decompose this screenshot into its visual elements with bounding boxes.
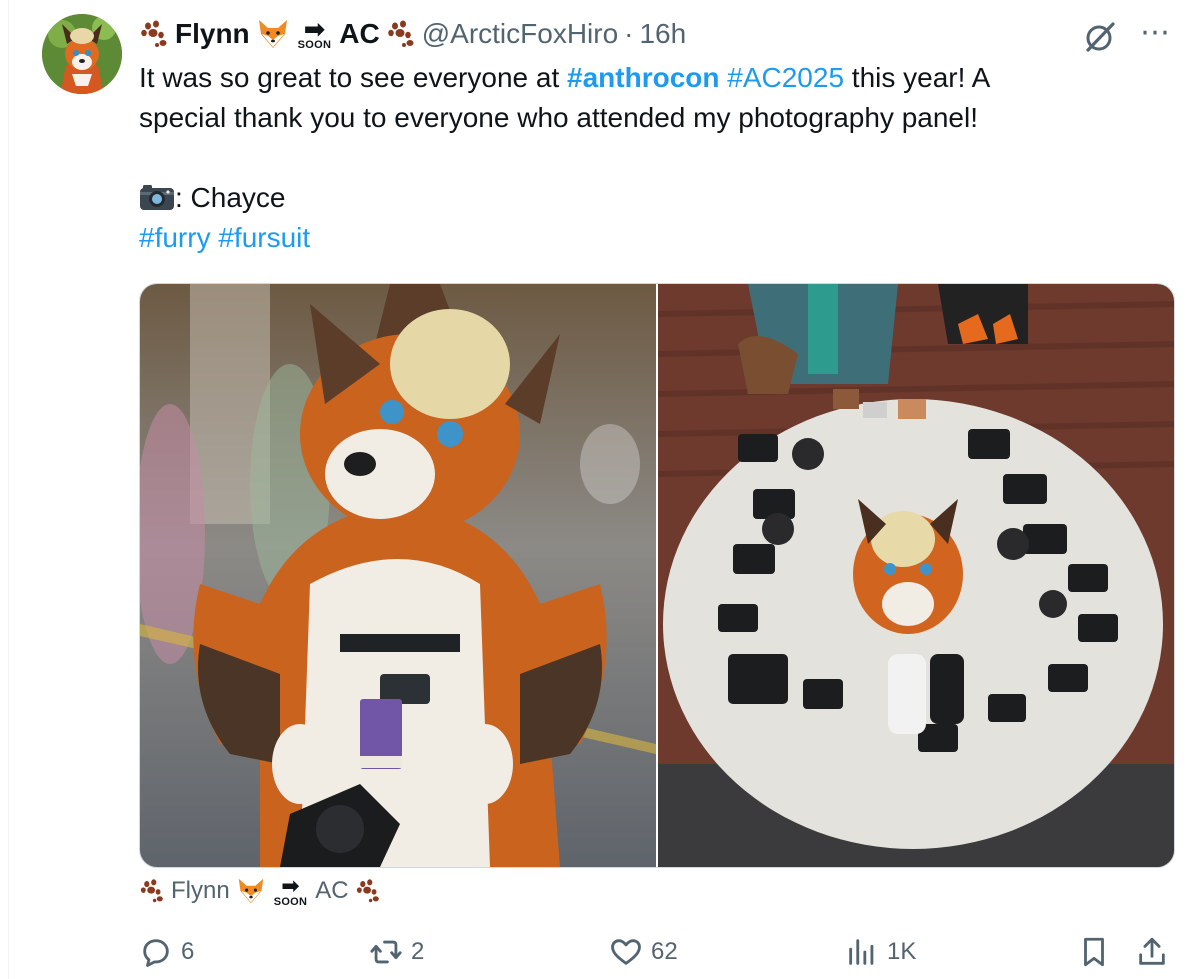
reply-icon xyxy=(143,939,169,967)
reply-button[interactable]: 6 xyxy=(139,930,194,974)
reply-count: 6 xyxy=(181,938,195,965)
camera-table-photo-image xyxy=(658,284,1174,867)
repost-button[interactable]: 2 xyxy=(369,930,424,974)
photo-fursuit[interactable] xyxy=(140,284,656,867)
fursuit-photo-image xyxy=(140,284,656,867)
tweet-text-line1-pre: It was so great to see everyone at xyxy=(139,62,568,93)
like-button[interactable]: 62 xyxy=(609,930,678,974)
fox-emoji-icon xyxy=(258,20,287,48)
soon-arrow-icon: ➡ SOON xyxy=(273,872,308,908)
camera-emoji-icon xyxy=(140,185,174,210)
paw-icon xyxy=(140,879,163,903)
avatar-image xyxy=(42,14,122,94)
share-button[interactable] xyxy=(1135,930,1169,974)
bookmark-icon xyxy=(1084,937,1104,967)
photo-credit: : Chayce xyxy=(175,182,286,213)
author-handle[interactable]: @ArcticFoxHiro xyxy=(422,18,618,50)
tweet-header: Flynn ➡ SOON AC @ArcticFoxHiro · 16h xyxy=(139,14,686,54)
share-icon xyxy=(1139,937,1165,965)
views-icon xyxy=(849,939,874,965)
tagged-user-name-suffix: AC xyxy=(315,877,349,904)
repost-icon xyxy=(370,940,402,964)
hashtag-anthrocon[interactable]: #anthrocon xyxy=(567,62,719,93)
author-display-name-suffix[interactable]: AC xyxy=(339,18,379,50)
author-avatar[interactable] xyxy=(42,14,122,94)
like-icon xyxy=(611,939,641,965)
timeline-border xyxy=(8,0,9,979)
fox-emoji-icon xyxy=(238,878,263,904)
media-grid xyxy=(139,283,1175,868)
photo-camera-table[interactable] xyxy=(658,284,1174,867)
author-display-name[interactable]: Flynn xyxy=(175,18,250,50)
soon-arrow-icon: ➡ SOON xyxy=(297,13,332,51)
hashtag-ac2025[interactable]: #AC2025 xyxy=(727,62,844,93)
tweet-text-line2: special thank you to everyone who attend… xyxy=(139,102,979,133)
meta-separator: · xyxy=(624,18,634,49)
repost-count: 2 xyxy=(411,938,425,965)
tweet-text-line1-post: this year! A xyxy=(844,62,991,93)
bookmark-button[interactable] xyxy=(1077,930,1111,974)
grok-icon[interactable] xyxy=(1083,20,1117,54)
tweet-timestamp[interactable]: 16h xyxy=(639,18,686,50)
action-bar: 6 2 62 1K xyxy=(139,930,1173,974)
hashtag-fursuit[interactable]: #fursuit xyxy=(218,222,310,253)
more-icon[interactable]: ⋯ xyxy=(1138,18,1172,52)
views-count: 1K xyxy=(887,938,917,965)
paw-icon xyxy=(356,879,379,903)
hashtag-furry[interactable]: #furry xyxy=(139,222,211,253)
tagged-user-name: Flynn xyxy=(171,877,230,904)
paw-icon xyxy=(387,20,414,47)
tagged-user[interactable]: Flynn ➡ SOON AC xyxy=(139,873,381,909)
views-button[interactable]: 1K xyxy=(845,930,916,974)
tweet-text: It was so great to see everyone at #anth… xyxy=(139,58,1149,258)
paw-icon xyxy=(141,20,167,47)
like-count: 62 xyxy=(651,938,678,965)
